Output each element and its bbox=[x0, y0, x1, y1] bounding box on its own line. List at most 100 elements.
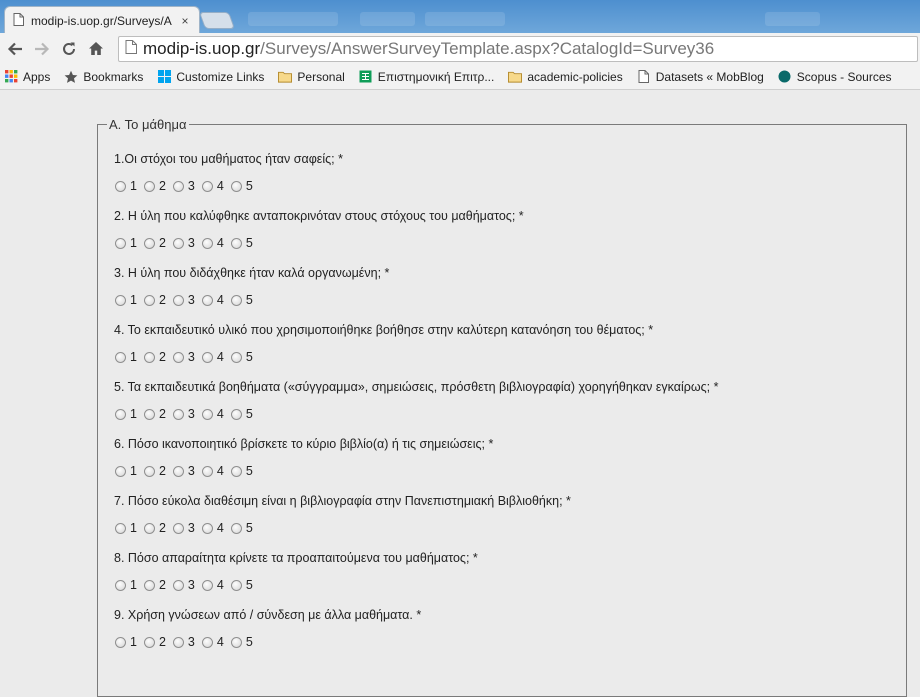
radio-button[interactable] bbox=[143, 579, 155, 591]
rating-option-4[interactable]: 4 bbox=[201, 293, 224, 307]
radio-button[interactable] bbox=[230, 636, 242, 648]
rating-option-1[interactable]: 1 bbox=[114, 464, 137, 478]
radio-button[interactable] bbox=[143, 465, 155, 477]
radio-button[interactable] bbox=[143, 636, 155, 648]
rating-option-3[interactable]: 3 bbox=[172, 635, 195, 649]
rating-option-5[interactable]: 5 bbox=[230, 236, 253, 250]
radio-button[interactable] bbox=[143, 408, 155, 420]
radio-button[interactable] bbox=[115, 180, 126, 192]
rating-option-2[interactable]: 2 bbox=[143, 293, 166, 307]
radio-button[interactable] bbox=[172, 465, 184, 477]
rating-option-3[interactable]: 3 bbox=[172, 407, 195, 421]
rating-option-2[interactable]: 2 bbox=[143, 521, 166, 535]
rating-option-2[interactable]: 2 bbox=[143, 635, 166, 649]
rating-option-5[interactable]: 5 bbox=[230, 521, 253, 535]
rating-option-2[interactable]: 2 bbox=[143, 179, 166, 193]
radio-button[interactable] bbox=[172, 579, 184, 591]
rating-option-4[interactable]: 4 bbox=[201, 578, 224, 592]
rating-option-3[interactable]: 3 bbox=[172, 578, 195, 592]
radio-button[interactable] bbox=[230, 579, 242, 591]
reload-button[interactable] bbox=[56, 36, 81, 61]
radio-button[interactable] bbox=[115, 294, 126, 306]
radio-button[interactable] bbox=[201, 294, 213, 306]
rating-option-3[interactable]: 3 bbox=[172, 521, 195, 535]
browser-tab[interactable]: modip-is.uop.gr/Surveys/A × bbox=[4, 6, 200, 34]
rating-option-5[interactable]: 5 bbox=[230, 350, 253, 364]
rating-option-4[interactable]: 4 bbox=[201, 407, 224, 421]
rating-option-4[interactable]: 4 bbox=[201, 350, 224, 364]
rating-option-5[interactable]: 5 bbox=[230, 179, 253, 193]
rating-option-2[interactable]: 2 bbox=[143, 407, 166, 421]
rating-option-5[interactable]: 5 bbox=[230, 578, 253, 592]
rating-option-5[interactable]: 5 bbox=[230, 407, 253, 421]
radio-button[interactable] bbox=[172, 180, 184, 192]
bookmark-0[interactable]: Apps bbox=[4, 70, 50, 84]
radio-button[interactable] bbox=[143, 180, 155, 192]
radio-button[interactable] bbox=[143, 522, 155, 534]
rating-option-3[interactable]: 3 bbox=[172, 293, 195, 307]
radio-button[interactable] bbox=[201, 351, 213, 363]
radio-button[interactable] bbox=[230, 351, 242, 363]
rating-option-3[interactable]: 3 bbox=[172, 236, 195, 250]
address-bar[interactable]: modip-is.uop.gr/Surveys/AnswerSurveyTemp… bbox=[118, 36, 918, 62]
rating-option-1[interactable]: 1 bbox=[114, 635, 137, 649]
bookmark-5[interactable]: academic-policies bbox=[508, 70, 623, 84]
radio-button[interactable] bbox=[201, 408, 213, 420]
radio-button[interactable] bbox=[230, 408, 242, 420]
close-icon[interactable]: × bbox=[179, 14, 191, 28]
radio-button[interactable] bbox=[201, 237, 213, 249]
rating-option-3[interactable]: 3 bbox=[172, 464, 195, 478]
rating-option-1[interactable]: 1 bbox=[114, 578, 137, 592]
bookmark-6[interactable]: Datasets « MobBlog bbox=[637, 70, 764, 84]
rating-option-1[interactable]: 1 bbox=[114, 521, 137, 535]
radio-button[interactable] bbox=[172, 408, 184, 420]
radio-button[interactable] bbox=[201, 579, 213, 591]
bookmark-4[interactable]: Επιστημονική Επιτρ... bbox=[359, 70, 494, 84]
rating-option-4[interactable]: 4 bbox=[201, 635, 224, 649]
radio-button[interactable] bbox=[143, 237, 155, 249]
bookmark-1[interactable]: Bookmarks bbox=[64, 70, 143, 84]
rating-option-2[interactable]: 2 bbox=[143, 350, 166, 364]
radio-button[interactable] bbox=[201, 636, 213, 648]
radio-button[interactable] bbox=[143, 294, 155, 306]
radio-button[interactable] bbox=[115, 465, 126, 477]
rating-option-3[interactable]: 3 bbox=[172, 350, 195, 364]
rating-option-1[interactable]: 1 bbox=[114, 236, 137, 250]
rating-option-5[interactable]: 5 bbox=[230, 293, 253, 307]
rating-option-4[interactable]: 4 bbox=[201, 521, 224, 535]
radio-button[interactable] bbox=[230, 180, 242, 192]
back-button[interactable] bbox=[2, 36, 27, 61]
radio-button[interactable] bbox=[172, 351, 184, 363]
radio-button[interactable] bbox=[201, 465, 213, 477]
radio-button[interactable] bbox=[172, 522, 184, 534]
rating-option-4[interactable]: 4 bbox=[201, 236, 224, 250]
bookmark-3[interactable]: Personal bbox=[278, 70, 345, 84]
radio-button[interactable] bbox=[201, 522, 213, 534]
radio-button[interactable] bbox=[201, 180, 213, 192]
radio-button[interactable] bbox=[115, 237, 126, 249]
radio-button[interactable] bbox=[115, 579, 126, 591]
rating-option-3[interactable]: 3 bbox=[172, 179, 195, 193]
radio-button[interactable] bbox=[172, 237, 184, 249]
radio-button[interactable] bbox=[115, 636, 126, 648]
bookmark-7[interactable]: Scopus - Sources bbox=[778, 70, 892, 84]
rating-option-5[interactable]: 5 bbox=[230, 635, 253, 649]
home-button[interactable] bbox=[83, 36, 108, 61]
radio-button[interactable] bbox=[230, 522, 242, 534]
radio-button[interactable] bbox=[230, 294, 242, 306]
radio-button[interactable] bbox=[230, 465, 242, 477]
radio-button[interactable] bbox=[115, 408, 126, 420]
rating-option-2[interactable]: 2 bbox=[143, 464, 166, 478]
new-tab-button[interactable] bbox=[198, 12, 236, 29]
radio-button[interactable] bbox=[230, 237, 242, 249]
rating-option-4[interactable]: 4 bbox=[201, 464, 224, 478]
radio-button[interactable] bbox=[115, 351, 126, 363]
rating-option-1[interactable]: 1 bbox=[114, 407, 137, 421]
rating-option-1[interactable]: 1 bbox=[114, 293, 137, 307]
forward-button[interactable] bbox=[29, 36, 54, 61]
rating-option-1[interactable]: 1 bbox=[114, 350, 137, 364]
rating-option-5[interactable]: 5 bbox=[230, 464, 253, 478]
rating-option-2[interactable]: 2 bbox=[143, 236, 166, 250]
rating-option-2[interactable]: 2 bbox=[143, 578, 166, 592]
bookmark-2[interactable]: Customize Links bbox=[157, 70, 264, 84]
